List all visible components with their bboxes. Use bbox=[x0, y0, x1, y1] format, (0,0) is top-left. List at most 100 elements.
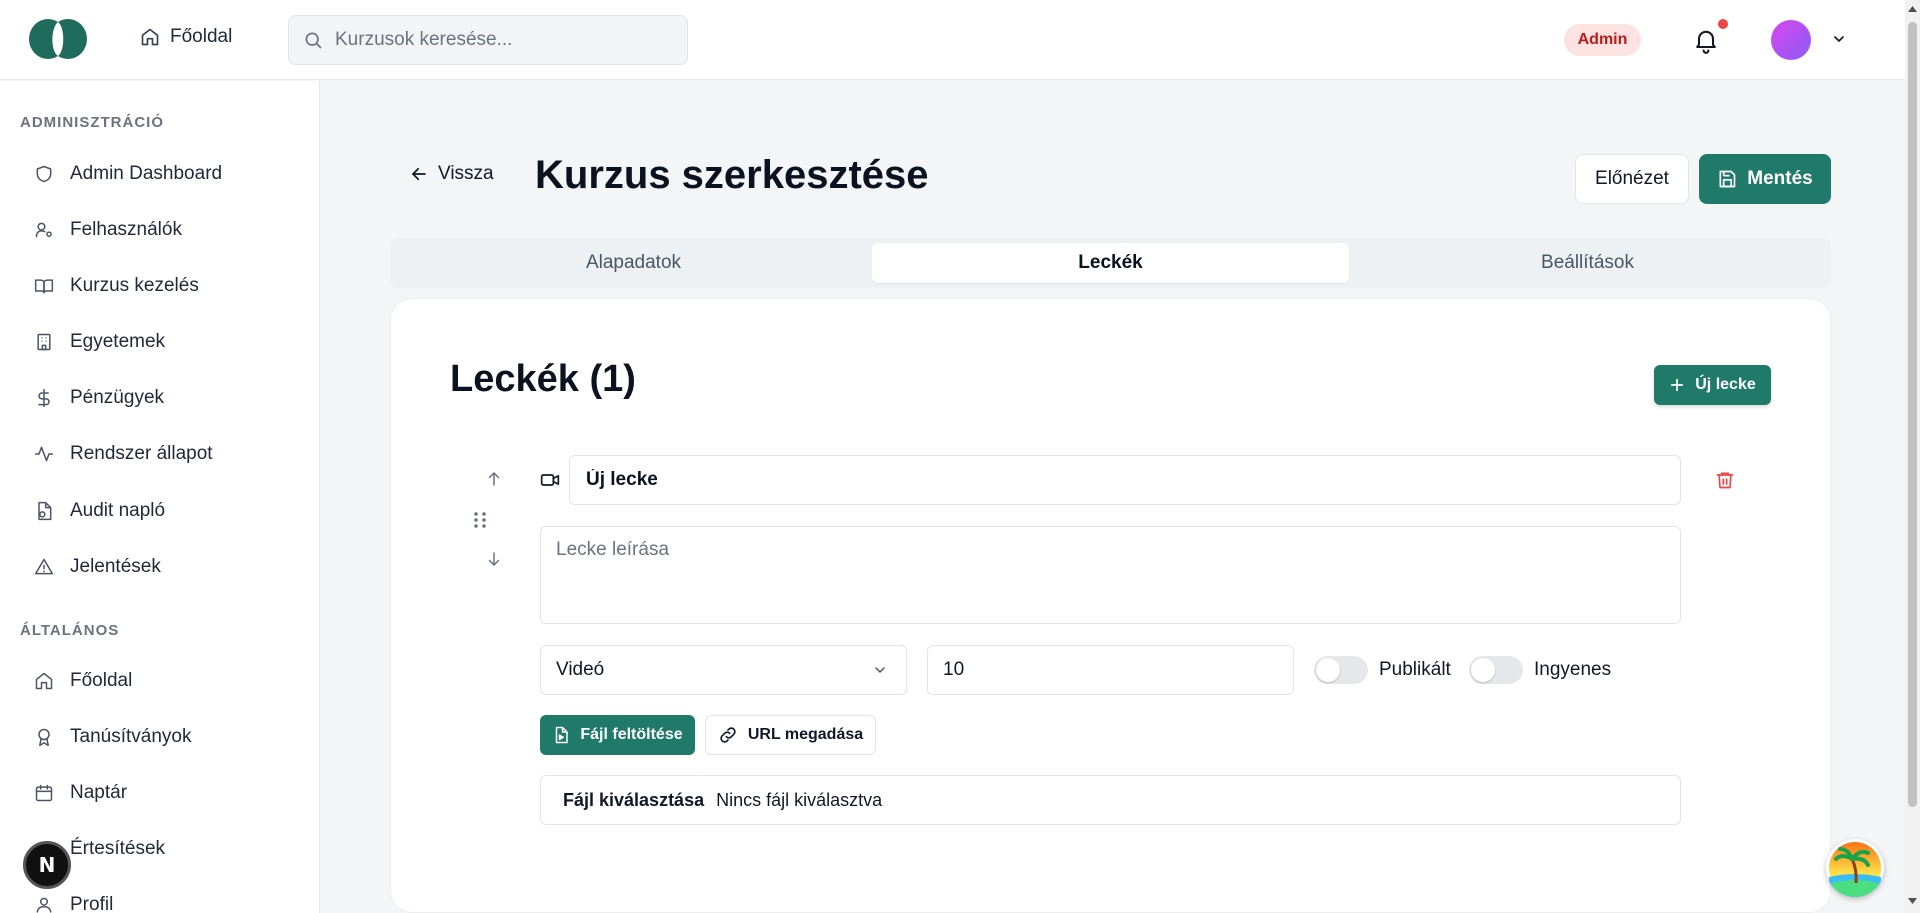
home-icon bbox=[34, 671, 54, 691]
enter-url-label: URL megadása bbox=[747, 726, 864, 743]
sidebar-item-admin-dashboard[interactable]: Admin Dashboard bbox=[34, 159, 222, 189]
new-lesson-label: Új lecke bbox=[1695, 376, 1756, 393]
sidebar-item-label: Profil bbox=[70, 894, 114, 913]
sidebar-item-profile[interactable]: Profil bbox=[34, 890, 113, 913]
dollar-icon bbox=[34, 388, 54, 408]
assistant-widget-button[interactable] bbox=[1826, 839, 1884, 897]
published-toggle[interactable] bbox=[1314, 656, 1368, 684]
shield-icon bbox=[34, 164, 54, 184]
sidebar-item-label: Admin Dashboard bbox=[70, 163, 223, 184]
sidebar-section-admin: ADMINISZTRÁCIÓ bbox=[20, 114, 164, 131]
sidebar-item-universities[interactable]: Egyetemek bbox=[34, 327, 165, 357]
sidebar-item-label: Naptár bbox=[70, 782, 128, 803]
sidebar-item-label: Egyetemek bbox=[70, 331, 166, 352]
search-bar bbox=[288, 15, 688, 65]
arrow-up-icon bbox=[485, 470, 503, 488]
back-button-label: Vissza bbox=[438, 163, 494, 184]
notifications-button[interactable] bbox=[1692, 25, 1720, 55]
sidebar-item-label: Rendszer állapot bbox=[70, 443, 213, 464]
sidebar-item-finances[interactable]: Pénzügyek bbox=[34, 383, 164, 413]
save-button-label: Mentés bbox=[1747, 168, 1813, 189]
award-icon bbox=[34, 727, 54, 747]
sidebar-item-label: Felhasználók bbox=[70, 219, 182, 240]
home-link-label: Főoldal bbox=[170, 26, 233, 47]
back-button[interactable]: Vissza bbox=[410, 163, 494, 185]
save-icon bbox=[1717, 169, 1737, 189]
tab-list: Alapadatok Leckék Beállítások bbox=[390, 238, 1831, 288]
sidebar-item-label: Tanúsítványok bbox=[70, 726, 192, 747]
sidebar-item-label: Főoldal bbox=[70, 670, 133, 691]
grip-icon bbox=[472, 510, 488, 530]
sidebar-item-course-management[interactable]: Kurzus kezelés bbox=[34, 271, 199, 301]
chevron-down-icon[interactable] bbox=[1831, 31, 1847, 47]
bell-icon bbox=[1692, 25, 1720, 55]
tab-settings[interactable]: Beállítások bbox=[1349, 243, 1826, 283]
top-bar: Főoldal Admin bbox=[0, 0, 1905, 80]
delete-lesson-button[interactable] bbox=[1715, 469, 1735, 491]
new-lesson-button[interactable]: Új lecke bbox=[1654, 365, 1771, 405]
file-audit-icon bbox=[34, 501, 54, 521]
page-title: Kurzus szerkesztése bbox=[535, 153, 929, 197]
enter-url-button[interactable]: URL megadása bbox=[705, 715, 876, 755]
activity-icon bbox=[34, 444, 54, 464]
save-button[interactable]: Mentés bbox=[1699, 154, 1831, 204]
scroll-down-icon[interactable] bbox=[1906, 896, 1919, 906]
file-input[interactable]: Fájl kiválasztása Nincs fájl kiválasztva bbox=[540, 775, 1681, 825]
sidebar-item-label: Pénzügyek bbox=[70, 387, 165, 408]
sidebar-item-certificates[interactable]: Tanúsítványok bbox=[34, 722, 191, 752]
upload-file-button[interactable]: Fájl feltöltése bbox=[540, 715, 695, 755]
free-toggle[interactable] bbox=[1469, 656, 1523, 684]
dev-tools-badge[interactable]: N bbox=[23, 841, 71, 889]
sidebar-item-home[interactable]: Főoldal bbox=[34, 666, 132, 696]
lesson-title-input[interactable] bbox=[569, 455, 1681, 505]
sidebar-item-label: Jelentések bbox=[70, 556, 161, 577]
sidebar-item-calendar[interactable]: Naptár bbox=[34, 778, 127, 808]
tab-basic-data[interactable]: Alapadatok bbox=[395, 243, 872, 283]
notification-dot bbox=[1718, 19, 1728, 29]
role-badge: Admin bbox=[1564, 24, 1641, 56]
drag-handle[interactable] bbox=[472, 510, 488, 530]
sidebar-item-system-status[interactable]: Rendszer állapot bbox=[34, 439, 213, 469]
sidebar-item-reports[interactable]: Jelentések bbox=[34, 552, 161, 582]
move-down-button[interactable] bbox=[485, 550, 503, 568]
arrow-left-icon bbox=[410, 165, 428, 183]
arrow-down-icon bbox=[485, 550, 503, 568]
app-logo[interactable] bbox=[28, 18, 88, 60]
link-icon bbox=[718, 725, 738, 745]
trash-icon bbox=[1715, 469, 1735, 491]
user-cog-icon bbox=[34, 220, 54, 240]
palm-beach-icon bbox=[1829, 842, 1881, 897]
home-icon bbox=[140, 27, 160, 47]
published-label: Publikált bbox=[1379, 659, 1451, 680]
file-status: Nincs fájl kiválasztva bbox=[716, 789, 883, 810]
video-icon bbox=[540, 470, 560, 490]
scrollbar-thumb[interactable] bbox=[1908, 22, 1917, 807]
avatar[interactable] bbox=[1771, 20, 1811, 60]
calendar-icon bbox=[34, 783, 54, 803]
sidebar-item-users[interactable]: Felhasználók bbox=[34, 215, 182, 245]
free-label: Ingyenes bbox=[1534, 659, 1612, 680]
tab-lessons[interactable]: Leckék bbox=[872, 243, 1349, 283]
search-input[interactable] bbox=[335, 29, 655, 51]
lesson-duration-input[interactable] bbox=[927, 645, 1294, 695]
chevron-down-icon bbox=[872, 662, 888, 678]
choose-file-button[interactable]: Fájl kiválasztása bbox=[563, 790, 704, 811]
move-up-button[interactable] bbox=[485, 470, 503, 488]
sidebar-item-label: Audit napló bbox=[70, 500, 166, 521]
sidebar-item-label: Értesítések bbox=[70, 838, 166, 859]
home-link[interactable]: Főoldal bbox=[140, 26, 232, 48]
sidebar-item-audit-log[interactable]: Audit napló bbox=[34, 496, 165, 526]
alert-triangle-icon bbox=[34, 557, 54, 577]
building-icon bbox=[34, 332, 54, 352]
upload-file-label: Fájl feltöltése bbox=[580, 726, 683, 743]
lessons-heading: Leckék (1) bbox=[450, 358, 636, 400]
search-icon bbox=[303, 30, 323, 50]
sidebar-item-label: Kurzus kezelés bbox=[70, 275, 199, 296]
file-icon bbox=[552, 726, 570, 744]
plus-icon bbox=[1669, 377, 1685, 393]
preview-button[interactable]: Előnézet bbox=[1575, 154, 1689, 204]
lesson-type-select[interactable]: Videó bbox=[540, 645, 907, 695]
lesson-description-input[interactable] bbox=[540, 526, 1681, 624]
scroll-up-icon[interactable] bbox=[1906, 4, 1919, 14]
book-open-icon bbox=[34, 276, 54, 296]
